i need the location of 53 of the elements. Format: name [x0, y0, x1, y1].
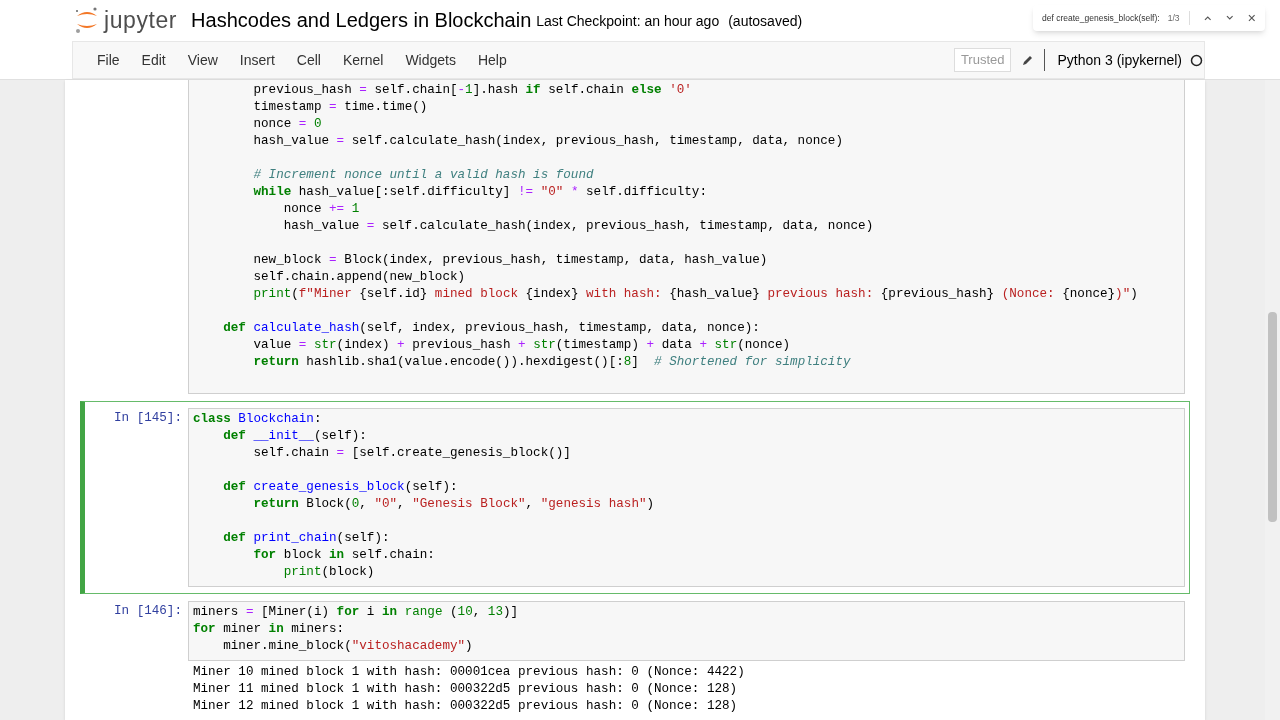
code-line: class Blockchain: [193, 411, 322, 428]
code-line: for block in self.chain: [252, 547, 435, 564]
code-line: # Increment nonce until a valid hash is found [252, 167, 594, 184]
menu-item[interactable]: File [86, 49, 131, 71]
code-line: timestamp = time.time() [252, 99, 428, 116]
checkpoint-text: Last Checkpoint: an hour ago [536, 12, 720, 31]
code-line: miners = [Miner(i) for i in range (10, 13)] [193, 604, 519, 621]
code-line: return Block(0, "0", "Genesis Block", "genesis hash") [252, 496, 655, 513]
pencil-icon[interactable] [1022, 54, 1035, 66]
menu-item[interactable]: Help [466, 49, 518, 71]
code-line: previous_hash = self.chain[-1].hash if self.chain else '0' [252, 82, 692, 99]
output-line: Miner 10 mined block 1 with hash: 00001cea previous hash: 0 (Nonce: 4422) [193, 664, 745, 681]
code-line: def create_genesis_block(self): [222, 479, 458, 496]
code-editor[interactable]: miners = [Miner(i) for i in range (10, 13)] for miner in miners: miner.mine_block("vitoshacademy") [188, 601, 1185, 661]
next-match-icon[interactable] [1225, 15, 1234, 21]
code-line: self.chain = [self.create_genesis_block()] [252, 445, 571, 462]
scrollbar-thumb[interactable] [1268, 312, 1277, 522]
code-line: while hash_value[:self.difficulty] != "0" * self.difficulty: [252, 184, 707, 201]
code-line: miner.mine_block("vitoshacademy") [222, 638, 473, 655]
output-line: Miner 12 mined block 1 with hash: 000322d5 previous hash: 0 (Nonce: 128) [193, 698, 738, 715]
menu-item[interactable]: Cell [285, 49, 332, 71]
menu-item[interactable]: Kernel [331, 49, 395, 71]
code-line: for miner in miners: [193, 621, 345, 638]
notebook-cell[interactable] [80, 401, 1190, 594]
code-line: new_block = Block(index, previous_hash, timestamp, data, hash_value) [252, 252, 768, 269]
kernel-idle-icon [1190, 53, 1203, 67]
code-line: self.chain.append(new_block) [252, 269, 466, 286]
code-line: print(f"Miner {self.id} mined block {index} with hash: {hash_value} previous hash: {previous_hash} (Nonce: {nonce})") [252, 286, 1138, 303]
input-prompt: In [145]: [113, 410, 182, 427]
code-line: def print_chain(self): [222, 530, 390, 547]
code-line: nonce += 1 [282, 201, 360, 218]
menu-item[interactable]: Widgets [394, 49, 467, 71]
code-line: nonce = 0 [252, 116, 322, 133]
output-line: Miner 11 mined block 1 with hash: 000322d5 previous hash: 0 (Nonce: 128) [193, 681, 738, 698]
find-query-field[interactable]: def create_genesis_block(self): [1042, 11, 1160, 25]
code-line: def __init__(self): [222, 428, 367, 445]
notebook-title[interactable]: Hashcodes and Ledgers in Blockchain [191, 5, 532, 35]
code-line: print(block) [282, 564, 375, 581]
code-line: hash_value = self.calculate_hash(index, previous_hash, timestamp, data, nonce) [252, 133, 843, 150]
match-count: 1/3 [1167, 11, 1180, 25]
previous-match-icon[interactable] [1204, 15, 1212, 21]
logo-text[interactable]: jupyter [104, 2, 178, 38]
code-line: value = str(index) + previous_hash + str(timestamp) + data + str(nonce) [252, 337, 791, 354]
menu-item[interactable]: Edit [130, 49, 177, 71]
code-line: return hashlib.sha1(value.encode()).hexdigest()[:8] # Shortened for simplicity [252, 354, 851, 371]
menu-item[interactable]: View [176, 49, 229, 71]
kernel-name[interactable]: Python 3 (ipykernel) [1057, 49, 1182, 71]
menu-item[interactable]: Insert [228, 49, 286, 71]
input-prompt: In [146]: [113, 603, 182, 620]
autosave-text: (autosaved) [728, 12, 803, 31]
code-line: def calculate_hash(self, index, previous_hash, timestamp, data, nonce): [222, 320, 760, 337]
close-icon[interactable] [1248, 14, 1256, 22]
code-line: hash_value = self.calculate_hash(index, previous_hash, timestamp, data, nonce) [282, 218, 874, 235]
